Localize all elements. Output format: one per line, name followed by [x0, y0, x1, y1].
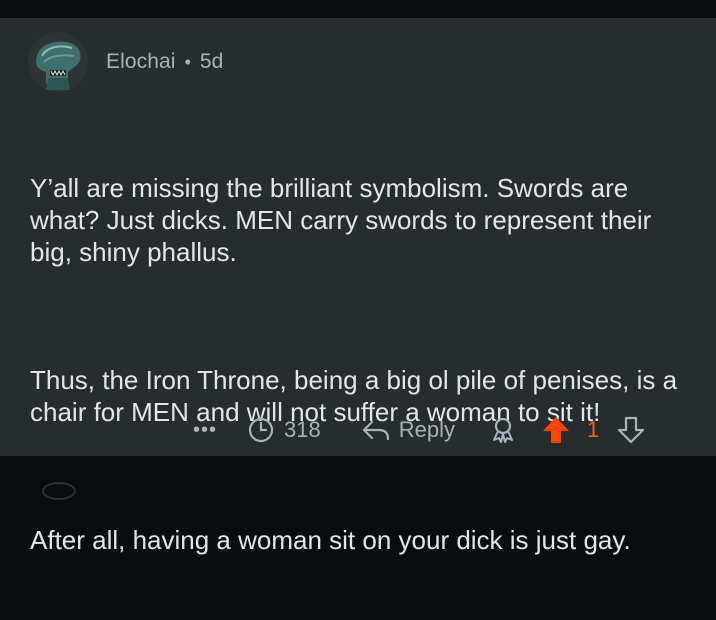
username-link[interactable]: Elochai	[106, 50, 176, 74]
comment-actions: ••• 318 Reply 1	[190, 412, 645, 448]
upvote-arrow-icon	[542, 417, 569, 443]
upvote-button[interactable]	[541, 415, 571, 445]
vote-score: 1	[586, 417, 600, 442]
comment-card: Elochai • 5d Y’all are missing the brill…	[0, 18, 716, 555]
alien-avatar-icon	[28, 32, 88, 92]
next-comment-avatar-edge	[42, 482, 76, 500]
views-count: 318	[284, 417, 321, 442]
user-avatar[interactable]	[28, 32, 88, 92]
comment-paragraph: After all, having a woman sit on your di…	[30, 525, 631, 555]
reply-arrow-icon	[362, 420, 389, 441]
comment-header: Elochai • 5d	[28, 32, 223, 92]
comment-body: Y’all are missing the brilliant symbolis…	[30, 108, 690, 620]
comment-age: 5d	[199, 50, 224, 73]
clock-icon	[248, 417, 274, 443]
meta-separator: •	[184, 51, 191, 72]
downvote-button[interactable]	[617, 415, 645, 445]
award-icon	[492, 417, 513, 443]
views-counter: 318	[248, 417, 321, 443]
downvote-arrow-icon	[618, 416, 645, 444]
top-separator	[0, 0, 716, 18]
award-button[interactable]	[489, 416, 517, 444]
reply-label: Reply	[398, 417, 455, 442]
comment-paragraph: Y’all are missing the brilliant symbolis…	[30, 173, 659, 267]
reply-button[interactable]: Reply	[361, 417, 455, 443]
more-options-button[interactable]: •••	[190, 419, 220, 442]
bottom-separator	[0, 456, 716, 489]
